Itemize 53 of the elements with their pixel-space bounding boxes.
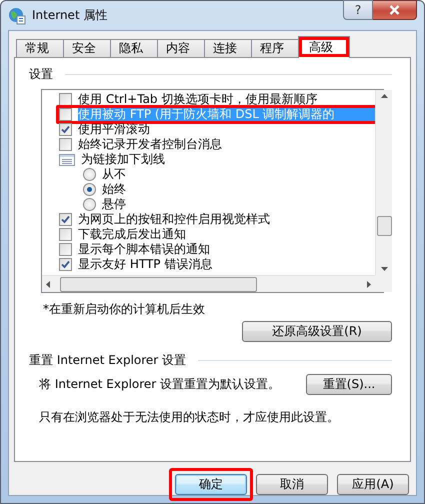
list-icon: [59, 154, 75, 166]
globe-icon: [8, 6, 26, 24]
vertical-scrollbar[interactable]: [375, 90, 392, 275]
checkbox[interactable]: [59, 258, 72, 271]
checkbox[interactable]: [59, 228, 72, 241]
tab[interactable]: 隐私: [110, 39, 158, 57]
reset-description: 将 Internet Explorer 设置重置为默认设置。: [39, 376, 280, 393]
help-button[interactable]: ?: [343, 0, 373, 20]
scroll-right-icon[interactable]: [367, 280, 371, 288]
option-label[interactable]: 从不: [102, 166, 126, 183]
close-button[interactable]: [373, 0, 417, 20]
restore-button[interactable]: 还原高级设置(R): [242, 321, 392, 342]
scrollbar-thumb[interactable]: [376, 216, 392, 236]
scroll-down-icon[interactable]: [380, 267, 388, 271]
setting-label[interactable]: 使用 Ctrl+Tab 切换选项卡时，使用最新顺序: [78, 91, 318, 108]
checkbox[interactable]: [59, 93, 72, 106]
horizontal-scrollbar[interactable]: [42, 275, 375, 292]
setting-label: 为链接加下划线: [81, 151, 165, 168]
setting-label[interactable]: 下载完成后发出通知: [78, 226, 186, 243]
tab[interactable]: 内容: [157, 39, 205, 57]
checkbox[interactable]: [59, 123, 72, 136]
reset-warning: 只有在浏览器处于无法使用的状态时，才应使用此设置。: [39, 409, 340, 426]
dialog-button[interactable]: 确定: [175, 474, 247, 495]
radio-button[interactable]: [83, 168, 96, 181]
option-label[interactable]: 悬停: [102, 196, 126, 213]
radio-button[interactable]: [83, 198, 96, 211]
setting-label[interactable]: 显示友好 HTTP 错误消息: [78, 256, 212, 273]
dialog-button[interactable]: 取消: [256, 474, 328, 495]
scroll-left-icon[interactable]: [46, 280, 50, 288]
scrollbar-thumb[interactable]: [60, 276, 257, 292]
tab[interactable]: 安全: [63, 39, 111, 57]
window-title: Internet 属性: [32, 7, 108, 24]
group-title: 重置 Internet Explorer 设置: [29, 352, 186, 369]
setting-label[interactable]: 使用平滑滚动: [78, 121, 150, 138]
dialog-button[interactable]: 应用(A): [337, 474, 409, 495]
tab[interactable]: 高级: [298, 36, 350, 58]
scroll-up-icon[interactable]: [380, 94, 388, 98]
tab[interactable]: 连接: [204, 39, 252, 57]
group-title: 设置: [29, 66, 53, 83]
radio-button[interactable]: [83, 183, 96, 196]
checkbox[interactable]: [59, 243, 72, 256]
restart-note: *在重新启动你的计算机后生效: [43, 301, 206, 318]
checkbox[interactable]: [59, 138, 72, 151]
option-label[interactable]: 始终: [102, 181, 126, 198]
checkbox[interactable]: [59, 108, 72, 121]
close-icon: [389, 5, 400, 15]
checkbox[interactable]: [59, 213, 72, 226]
tab[interactable]: 常规: [16, 39, 64, 57]
tab[interactable]: 程序: [251, 39, 299, 57]
setting-label[interactable]: 为网页上的按钮和控件启用视觉样式: [78, 211, 270, 228]
setting-label[interactable]: 显示每个脚本错误的通知: [78, 241, 210, 258]
reset-button[interactable]: 重置(S)...: [306, 374, 392, 395]
setting-label[interactable]: 始终记录开发者控制台消息: [78, 136, 222, 153]
